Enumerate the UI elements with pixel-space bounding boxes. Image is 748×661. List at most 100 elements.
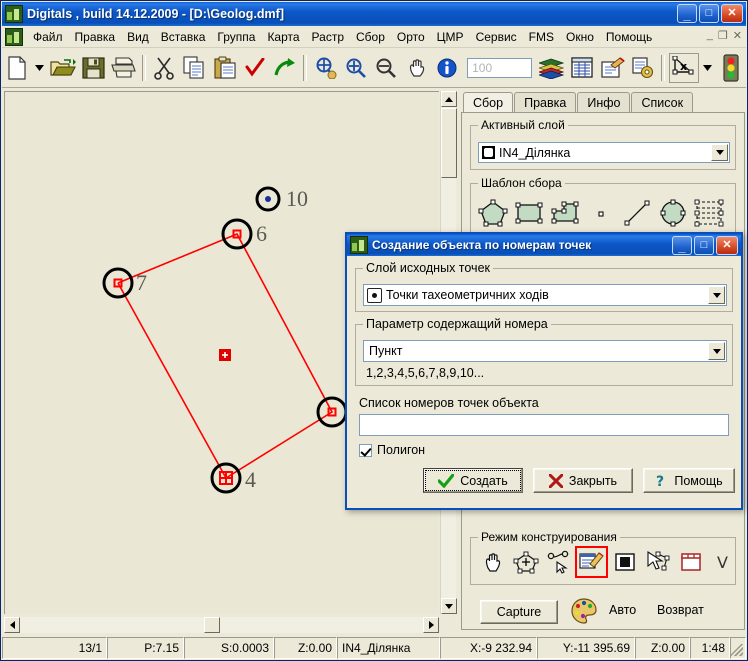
select-tool-icon[interactable]: x	[669, 52, 700, 83]
properties-icon[interactable]	[598, 52, 626, 84]
info-icon[interactable]	[433, 52, 461, 84]
traffic-light-icon[interactable]	[717, 52, 745, 84]
dialog-minimize-button[interactable]: _	[672, 236, 692, 255]
hand-pointer-icon[interactable]	[476, 546, 509, 578]
maximize-button[interactable]: □	[699, 4, 719, 23]
snap-node-icon[interactable]	[542, 546, 575, 578]
window-title: Digitals , build 14.12.2009 - [D:\Geolog…	[27, 7, 284, 21]
zoom-out-icon[interactable]	[372, 52, 400, 84]
return-label[interactable]: Возврат	[657, 603, 704, 617]
capture-button[interactable]: Capture	[480, 600, 558, 624]
menu-item-view[interactable]: Вид	[121, 28, 155, 46]
point-list-input[interactable]	[359, 414, 729, 436]
save-floppy-icon[interactable]	[79, 52, 107, 84]
chevron-down-icon[interactable]	[711, 144, 728, 161]
dialog-maximize-button[interactable]: □	[694, 236, 714, 255]
polygon-checkbox[interactable]	[359, 443, 372, 457]
auto-label[interactable]: Авто	[609, 603, 636, 617]
polygon-checkbox-row[interactable]: Полигон	[359, 443, 425, 457]
toolbar-separator	[141, 54, 146, 81]
tab-info[interactable]: Инфо	[577, 92, 631, 113]
scroll-down-button[interactable]	[441, 598, 457, 614]
chevron-down-icon[interactable]	[708, 342, 725, 360]
v-mode-icon[interactable]: V	[707, 546, 740, 578]
circle-icon[interactable]	[655, 196, 691, 230]
new-document-dropdown-icon[interactable]	[33, 52, 46, 84]
copy-icon[interactable]	[180, 52, 208, 84]
pan-hand-icon[interactable]	[402, 52, 430, 84]
scroll-left-button[interactable]	[4, 617, 20, 633]
zoom-region-icon[interactable]	[311, 52, 339, 84]
map-horizontal-scrollbar[interactable]	[4, 617, 439, 633]
menu-item-service[interactable]: Сервис	[470, 28, 523, 46]
scroll-right-button[interactable]	[423, 617, 439, 633]
menu-item-file[interactable]: Файл	[27, 28, 69, 46]
horizontal-scroll-thumb[interactable]	[204, 617, 220, 633]
svg-text:x: x	[680, 60, 687, 73]
menu-item-window[interactable]: Окно	[560, 28, 600, 46]
map-point-label-4: 4	[245, 467, 256, 492]
point-icon[interactable]	[583, 196, 619, 230]
close-button[interactable]: ✕	[721, 4, 743, 23]
mdi-restore-button[interactable]: ❐	[718, 29, 728, 42]
mdi-close-button[interactable]: ✕	[733, 29, 742, 42]
chevron-down-icon[interactable]	[708, 286, 725, 304]
bounding-box-icon[interactable]	[674, 546, 707, 578]
create-button[interactable]: Создать	[423, 468, 523, 493]
cut-scissors-icon[interactable]	[150, 52, 178, 84]
scroll-up-button[interactable]	[441, 91, 457, 107]
menu-item-raster[interactable]: Растр	[306, 28, 350, 46]
fill-square-icon[interactable]	[608, 546, 641, 578]
tab-spisok[interactable]: Список	[631, 92, 694, 113]
open-folder-icon[interactable]	[49, 52, 77, 84]
close-dialog-button[interactable]: Закрыть	[533, 468, 633, 493]
menu-item-collect[interactable]: Сбор	[350, 28, 391, 46]
number-parameter-combo[interactable]: Пункт	[363, 340, 727, 362]
dialog-close-button[interactable]: ✕	[716, 236, 738, 255]
tab-sbor[interactable]: Сбор	[463, 92, 514, 114]
paste-icon[interactable]	[210, 52, 238, 84]
source-layer-group: Слой исходных точек Точки тахеометричних…	[355, 261, 733, 312]
layers-icon[interactable]	[538, 52, 566, 84]
zoom-input[interactable]: 100	[467, 57, 532, 78]
help-button[interactable]: ? Помощь	[643, 468, 735, 493]
add-vertex-polygon-icon[interactable]	[509, 546, 542, 578]
redo-arrow-icon[interactable]	[271, 52, 299, 84]
menu-item-insert[interactable]: Вставка	[155, 28, 212, 46]
minimize-button[interactable]: _	[677, 4, 697, 23]
mdi-minimize-button[interactable]: _	[707, 29, 713, 42]
rectangle-icon[interactable]	[511, 196, 547, 230]
apply-check-icon[interactable]	[241, 52, 269, 84]
polygon-pentagon-icon[interactable]	[475, 196, 511, 230]
menu-item-edit[interactable]: Правка	[69, 28, 122, 46]
menu-item-ortho[interactable]: Орто	[391, 28, 431, 46]
menu-item-dem[interactable]: ЦМР	[431, 28, 470, 46]
lshape-polygon-icon[interactable]	[547, 196, 583, 230]
menu-item-fms[interactable]: FMS	[523, 28, 560, 46]
export-gear-icon[interactable]	[629, 52, 657, 84]
chevron-right-icon	[428, 621, 434, 629]
create-by-numbers-icon[interactable]	[575, 546, 608, 578]
polygon-checkbox-label: Полигон	[377, 443, 426, 457]
print-icon[interactable]	[109, 52, 137, 84]
color-palette-icon[interactable]	[570, 597, 598, 628]
map-point-label-6: 6	[256, 221, 267, 246]
new-document-icon[interactable]	[3, 52, 31, 84]
svg-text:V: V	[717, 553, 728, 572]
menu-item-map[interactable]: Карта	[261, 28, 305, 46]
line-icon[interactable]	[619, 196, 655, 230]
active-layer-combo[interactable]: IN4_Ділянка	[478, 142, 730, 163]
resize-grip[interactable]	[730, 637, 746, 659]
select-arrow-node-icon[interactable]	[641, 546, 674, 578]
source-layer-combo[interactable]: Точки тахеометричних ходів	[363, 284, 727, 306]
status-scale: 1:48	[690, 637, 730, 659]
tab-pravka[interactable]: Правка	[514, 92, 577, 113]
zoom-in-icon[interactable]	[342, 52, 370, 84]
point-list-label: Список номеров точек объекта	[359, 396, 539, 410]
table-icon[interactable]	[568, 52, 596, 84]
menu-item-help[interactable]: Помощь	[600, 28, 658, 46]
vertical-scroll-thumb[interactable]	[441, 108, 457, 178]
menu-item-group[interactable]: Группа	[211, 28, 261, 46]
select-tool-dropdown-icon[interactable]	[701, 52, 714, 84]
table-rows-icon[interactable]	[691, 196, 727, 230]
